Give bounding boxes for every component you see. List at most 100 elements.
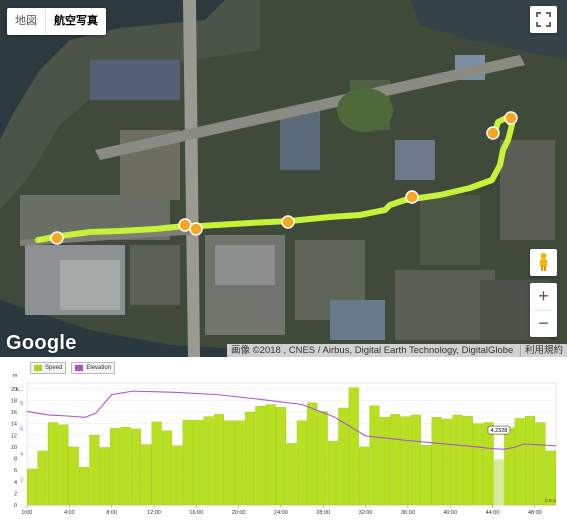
- speed-bar: [130, 428, 141, 506]
- speed-bar: [545, 450, 556, 506]
- x-tick-label: 32:00: [359, 510, 373, 516]
- pegman-icon: [540, 253, 547, 271]
- map-view[interactable]: 地図 航空写真 + − Google 画像 ©2018 , CNES / Air…: [0, 0, 567, 357]
- route-marker[interactable]: [50, 231, 64, 245]
- right-tick-label: 8: [20, 401, 23, 407]
- zoom-out-button[interactable]: −: [530, 310, 557, 337]
- map-type-satellite-button[interactable]: 航空写真: [45, 8, 106, 35]
- zoom-divider: [534, 310, 553, 311]
- speed-elevation-chart: Speed Elevation 0 2 4 6 8 10 12 14 16 18 20 2 4 6 8 m k.…: [0, 357, 567, 518]
- x-tick-label: 48:00: [528, 510, 542, 516]
- route-marker[interactable]: [189, 222, 203, 236]
- speed-bar: [120, 426, 131, 506]
- chart-plot: 024681012141618202468mk...4.23280:00 4:00…: [11, 373, 557, 516]
- route-layer: [35, 111, 518, 245]
- x-tick-label: 28:00: [316, 510, 330, 516]
- y-unit-label: m: [13, 373, 17, 379]
- speed-bar: [47, 422, 59, 506]
- speed-bar: [504, 427, 515, 506]
- speed-bar: [244, 411, 256, 506]
- speed-bar: [307, 402, 318, 506]
- speed-bar: [452, 414, 463, 506]
- y-tick-label: 8: [14, 457, 17, 463]
- speed-bar: [462, 415, 473, 506]
- legend-elevation[interactable]: Elevation: [71, 362, 116, 374]
- map-attribution: 画像 ©2018 , CNES / Airbus, Digital Earth …: [227, 344, 567, 357]
- y-tick-label: 2: [14, 491, 17, 497]
- speed-bar: [58, 424, 69, 506]
- x-tick-label: 44:00: [486, 510, 500, 516]
- legend-speed-label: Speed: [45, 365, 63, 371]
- y-unit-label-right: k...: [16, 387, 23, 393]
- speed-bar: [400, 416, 411, 506]
- speed-bar: [535, 422, 546, 506]
- x-tick-label: 40:00: [443, 510, 457, 516]
- legend-elevation-label: Elevation: [86, 365, 112, 371]
- route-path: [35, 115, 515, 243]
- route-marker[interactable]: [281, 215, 295, 229]
- attribution-text: 画像 ©2018 , CNES / Airbus, Digital Earth …: [231, 345, 514, 356]
- speed-bar: [286, 443, 297, 506]
- y-tick-label: 14: [11, 422, 17, 428]
- y-tick-label: 16: [11, 410, 17, 416]
- zoom-in-button[interactable]: +: [530, 283, 557, 310]
- speed-bar: [421, 444, 432, 506]
- speed-bar: [151, 421, 162, 506]
- speed-bar: [182, 419, 193, 506]
- route-marker[interactable]: [486, 126, 500, 140]
- speed-bar: [99, 447, 110, 506]
- y-tick-label: 18: [11, 398, 17, 404]
- speed-bar: [265, 404, 276, 506]
- x-tick-label: 20:00: [232, 510, 246, 516]
- legend-speed[interactable]: Speed: [30, 362, 67, 374]
- x-unit-label: h:m:s: [545, 498, 557, 503]
- speed-bar: [359, 446, 370, 506]
- x-tick-label: 36:00: [401, 510, 415, 516]
- speed-bar: [203, 416, 214, 506]
- speed-bar: [37, 450, 48, 506]
- speed-bar: [193, 419, 204, 506]
- route-marker[interactable]: [504, 111, 518, 125]
- fullscreen-button[interactable]: [530, 6, 557, 33]
- route-marker[interactable]: [405, 190, 419, 204]
- speed-bar: [234, 420, 245, 506]
- speed-bar: [296, 420, 307, 506]
- x-tick-label: 8:00: [106, 510, 117, 516]
- x-tick-label: 0:00: [22, 510, 33, 516]
- zoom-control: + −: [530, 283, 557, 337]
- speed-bar: [110, 428, 121, 506]
- speed-bar: [410, 414, 422, 506]
- speed-bar: [172, 445, 183, 506]
- terms-link[interactable]: 利用規約: [519, 345, 563, 356]
- x-tick-label: 24:00: [274, 510, 288, 516]
- speed-bar: [442, 418, 453, 506]
- speed-bar: [483, 422, 494, 506]
- y-tick-label: 12: [11, 433, 17, 439]
- street-view-pegman-button[interactable]: [530, 249, 557, 276]
- chart-legend: Speed Elevation: [30, 362, 116, 374]
- right-tick-label: 4: [20, 452, 23, 458]
- map-type-roadmap-button[interactable]: 地図: [7, 8, 45, 35]
- y-tick-label: 6: [14, 468, 17, 474]
- x-tick-label: 12:00: [147, 510, 161, 516]
- right-tick-label: 2: [20, 477, 23, 483]
- route-marker[interactable]: [178, 218, 192, 232]
- speed-bar: [141, 444, 152, 506]
- legend-elevation-swatch: [75, 365, 84, 371]
- legend-speed-swatch: [34, 365, 42, 371]
- fullscreen-icon: [536, 12, 551, 27]
- speed-bar: [390, 414, 401, 506]
- speed-bar: [68, 446, 79, 506]
- speed-bar: [431, 417, 442, 506]
- speed-bar: [514, 418, 525, 506]
- x-tick-label: 4:00: [64, 510, 75, 516]
- speed-bar: [473, 423, 484, 506]
- map-type-control: 地図 航空写真: [7, 8, 106, 35]
- speed-bar: [255, 406, 266, 506]
- speed-bar: [493, 459, 505, 506]
- speed-bar: [348, 387, 359, 506]
- speed-bar: [213, 414, 224, 506]
- speed-bar: [327, 440, 339, 506]
- speed-bar: [89, 435, 100, 506]
- speed-bar: [317, 411, 328, 506]
